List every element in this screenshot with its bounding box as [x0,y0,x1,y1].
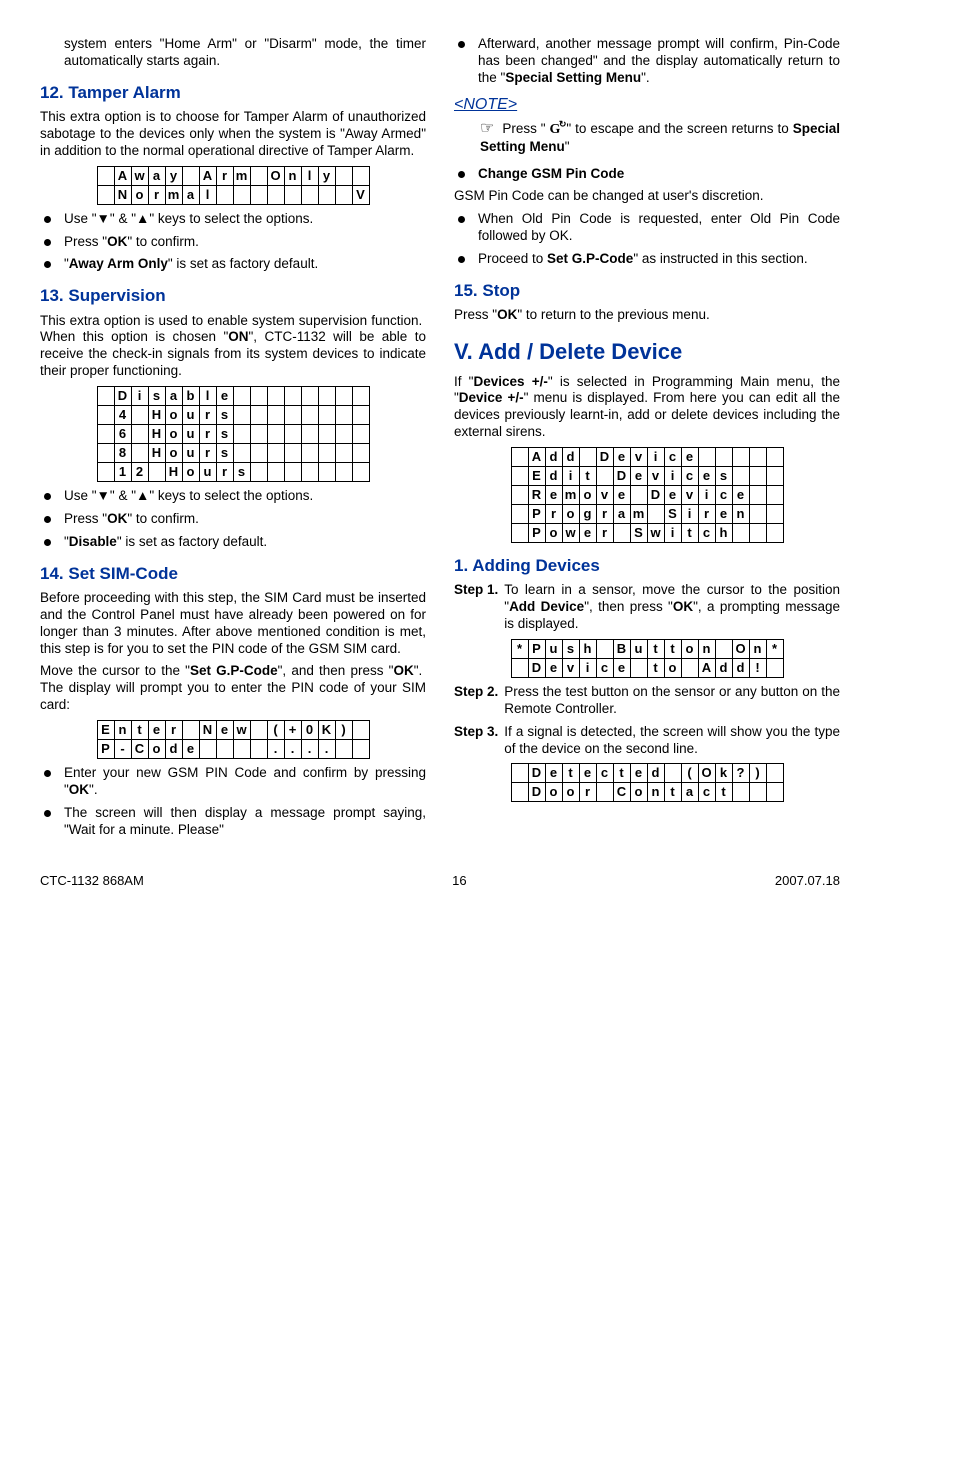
gsm-title: Change GSM Pin Code [454,166,840,183]
gsm-steps: When Old Pin Code is requested, enter Ol… [454,211,840,268]
s15-p1: Press "OK" to return to the previous men… [454,307,840,324]
step1-label: Step 1. [454,582,498,633]
note-body: ☞ Press " G " to escape and the screen r… [454,119,840,156]
lcd-away-arm: Away Arm Only Normal V [97,166,370,205]
s14-bullets: Enter your new GSM PIN Code and confirm … [40,765,426,839]
s12-b1: Use "▼" & "▲" keys to select the options… [40,211,426,228]
heading-15: 15. Stop [454,280,840,301]
s14-b2: The screen will then display a message p… [40,805,426,839]
gsm-p1: GSM Pin Code can be changed at user's di… [454,188,840,205]
s13-b1: Use "▼" & "▲" keys to select the options… [40,488,426,505]
s12-p1: This extra option is to choose for Tampe… [40,109,426,160]
left-column: system enters "Home Arm" or "Disarm" mod… [40,30,426,845]
s14-b1: Enter your new GSM PIN Code and confirm … [40,765,426,799]
page-columns: system enters "Home Arm" or "Disarm" mod… [40,30,840,845]
heading-13: 13. Supervision [40,285,426,306]
s14-p1: Before proceeding with this step, the SI… [40,590,426,658]
step2: Step 2. Press the test button on the sen… [454,684,840,718]
heading-V: V. Add / Delete Device [454,338,840,366]
s14-p2: Move the cursor to the "Set G.P-Code", a… [40,663,426,714]
s13-b3: "Disable" is set as factory default. [40,534,426,551]
s12-b3: "Away Arm Only" is set as factory defaul… [40,256,426,273]
lcd-push-button: *Push Button On* Device to Add! [511,639,784,678]
s12-b2: Press "OK" to confirm. [40,234,426,251]
footer-right: 2007.07.18 [775,873,840,889]
gsm-bullets: Change GSM Pin Code [454,166,840,183]
lcd-detected: Detected (Ok?) Door Contact [511,763,784,802]
step1-body: To learn in a sensor, move the cursor to… [504,582,840,633]
step3-label: Step 3. [454,724,498,758]
step2-body: Press the test button on the sensor or a… [504,684,840,718]
page-footer: CTC-1132 868AM 16 2007.07.18 [40,873,840,889]
cont-b1: Afterward, another message prompt will c… [454,36,840,87]
lcd-supervision: Disable 4 Hours 6 Hours 8 Hours 12 Hours [97,386,370,482]
heading-1-adding: 1. Adding Devices [454,555,840,576]
footer-center: 16 [452,873,466,889]
gsm-b2: Proceed to Set G.P-Code" as instructed i… [454,251,840,268]
footer-left: CTC-1132 868AM [40,873,144,889]
step1: Step 1. To learn in a sensor, move the c… [454,582,840,633]
lcd-devices: Add Device Edit Devices Remove Device Pr… [511,447,784,543]
s13-bullets: Use "▼" & "▲" keys to select the options… [40,488,426,551]
s13-b2: Press "OK" to confirm. [40,511,426,528]
gsm-b1: When Old Pin Code is requested, enter Ol… [454,211,840,245]
s12-bullets: Use "▼" & "▲" keys to select the options… [40,211,426,274]
escape-key-icon: G [550,121,563,139]
right-column: Afterward, another message prompt will c… [454,30,840,845]
step2-label: Step 2. [454,684,498,718]
heading-14: 14. Set SIM-Code [40,563,426,584]
hand-icon: ☞ [480,120,494,137]
intro-cont: system enters "Home Arm" or "Disarm" mod… [40,36,426,70]
note-a: Press " [502,121,549,136]
heading-12: 12. Tamper Alarm [40,82,426,103]
step3: Step 3. If a signal is detected, the scr… [454,724,840,758]
s13-p1: This extra option is used to enable syst… [40,313,426,381]
step3-body: If a signal is detected, the screen will… [504,724,840,758]
cont-bullets: Afterward, another message prompt will c… [454,36,840,87]
note-heading: <NOTE> [454,95,840,115]
lcd-pcode: Enter New (+0K) P-Code .... [97,720,370,759]
sV-p1: If "Devices +/-" is selected in Programm… [454,374,840,442]
